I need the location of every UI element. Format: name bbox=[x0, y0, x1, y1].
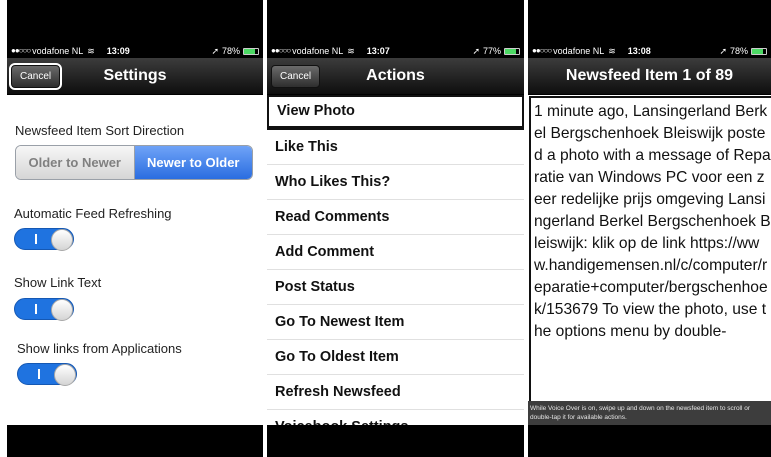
show-link-text-label: Show Link Text bbox=[14, 275, 102, 290]
wifi-icon: ≋ bbox=[608, 46, 616, 56]
letterbox-top bbox=[7, 0, 263, 44]
auto-refresh-toggle[interactable] bbox=[14, 228, 74, 251]
battery-icon bbox=[751, 47, 767, 55]
battery-percent: 78% bbox=[729, 46, 748, 56]
signal-icon: ●●○○○ bbox=[271, 46, 291, 55]
app-links-toggle[interactable] bbox=[17, 363, 77, 386]
newsfeed-screen: ●●○○○ vodafone NL ≋ 13:08 ➚ 78% Newsfeed… bbox=[528, 0, 771, 457]
battery-percent: 78% bbox=[221, 46, 240, 56]
status-time: 13:09 bbox=[106, 46, 130, 56]
page-title: Newsfeed Item 1 of 89 bbox=[565, 67, 734, 84]
location-arrow-icon: ➚ bbox=[211, 46, 219, 56]
carrier-label: vodafone NL bbox=[553, 46, 605, 56]
carrier-label: vodafone NL bbox=[292, 46, 344, 56]
status-bar: ●●○○○ vodafone NL ≋ 13:07 ➚ 77% bbox=[267, 44, 524, 58]
actions-list: View Photo Like This Who Likes This? Rea… bbox=[267, 95, 524, 425]
page-title: Actions bbox=[366, 67, 425, 84]
action-voicebook-settings[interactable]: Voicebook Settings bbox=[267, 410, 524, 425]
sort-direction-control: Older to Newer Newer to Older bbox=[15, 145, 253, 180]
action-add-comment[interactable]: Add Comment bbox=[267, 235, 524, 270]
battery-icon bbox=[504, 47, 520, 55]
nav-bar: Newsfeed Item 1 of 89 bbox=[528, 58, 771, 95]
action-go-to-oldest-item[interactable]: Go To Oldest Item bbox=[267, 340, 524, 375]
wifi-icon: ≋ bbox=[87, 46, 95, 56]
action-read-comments[interactable]: Read Comments bbox=[267, 200, 524, 235]
settings-screen: ●●○○○ vodafone NL ≋ 13:09 ➚ 78% Cancel S… bbox=[7, 0, 263, 457]
segment-newer-to-older[interactable]: Newer to Older bbox=[134, 146, 252, 179]
action-go-to-newest-item[interactable]: Go To Newest Item bbox=[267, 305, 524, 340]
letterbox-bottom bbox=[7, 425, 263, 457]
app-links-label: Show links from Applications bbox=[17, 341, 182, 356]
action-like-this[interactable]: Like This bbox=[267, 130, 524, 165]
segment-older-to-newer[interactable]: Older to Newer bbox=[16, 146, 135, 179]
letterbox-top bbox=[267, 0, 524, 44]
sort-direction-label: Newsfeed Item Sort Direction bbox=[15, 123, 185, 138]
show-link-text-toggle[interactable] bbox=[14, 298, 74, 321]
status-time: 13:08 bbox=[627, 46, 651, 56]
battery-icon bbox=[243, 47, 259, 55]
cancel-button[interactable]: Cancel bbox=[8, 63, 63, 90]
action-view-photo[interactable]: View Photo bbox=[267, 95, 524, 130]
location-arrow-icon: ➚ bbox=[472, 46, 480, 56]
newsfeed-item-text: 1 minute ago, Lansingerland Berkel Bergs… bbox=[534, 103, 771, 340]
location-arrow-icon: ➚ bbox=[719, 46, 727, 56]
actions-screen: ●●○○○ vodafone NL ≋ 13:07 ➚ 77% Cancel A… bbox=[267, 0, 524, 457]
action-post-status[interactable]: Post Status bbox=[267, 270, 524, 305]
cancel-button[interactable]: Cancel bbox=[271, 65, 321, 88]
voiceover-hint: While Voice Over is on, swipe up and dow… bbox=[528, 401, 771, 425]
status-time: 13:07 bbox=[366, 46, 390, 56]
newsfeed-item[interactable]: 1 minute ago, Lansingerland Berkel Bergs… bbox=[528, 95, 771, 401]
auto-refresh-label: Automatic Feed Refreshing bbox=[14, 206, 172, 221]
settings-content: Newsfeed Item Sort Direction Older to Ne… bbox=[7, 95, 263, 425]
status-bar: ●●○○○ vodafone NL ≋ 13:09 ➚ 78% bbox=[7, 44, 263, 58]
letterbox-bottom bbox=[267, 425, 524, 457]
carrier-label: vodafone NL bbox=[32, 46, 84, 56]
signal-icon: ●●○○○ bbox=[532, 46, 552, 55]
signal-icon: ●●○○○ bbox=[11, 46, 31, 55]
letterbox-top bbox=[528, 0, 771, 44]
wifi-icon: ≋ bbox=[347, 46, 355, 56]
nav-bar: Cancel Settings bbox=[7, 58, 263, 95]
action-refresh-newsfeed[interactable]: Refresh Newsfeed bbox=[267, 375, 524, 410]
page-title: Settings bbox=[103, 67, 167, 84]
letterbox-bottom bbox=[528, 425, 771, 457]
action-who-likes-this[interactable]: Who Likes This? bbox=[267, 165, 524, 200]
battery-percent: 77% bbox=[482, 46, 501, 56]
status-bar: ●●○○○ vodafone NL ≋ 13:08 ➚ 78% bbox=[528, 44, 771, 58]
nav-bar: Cancel Actions bbox=[267, 58, 524, 95]
